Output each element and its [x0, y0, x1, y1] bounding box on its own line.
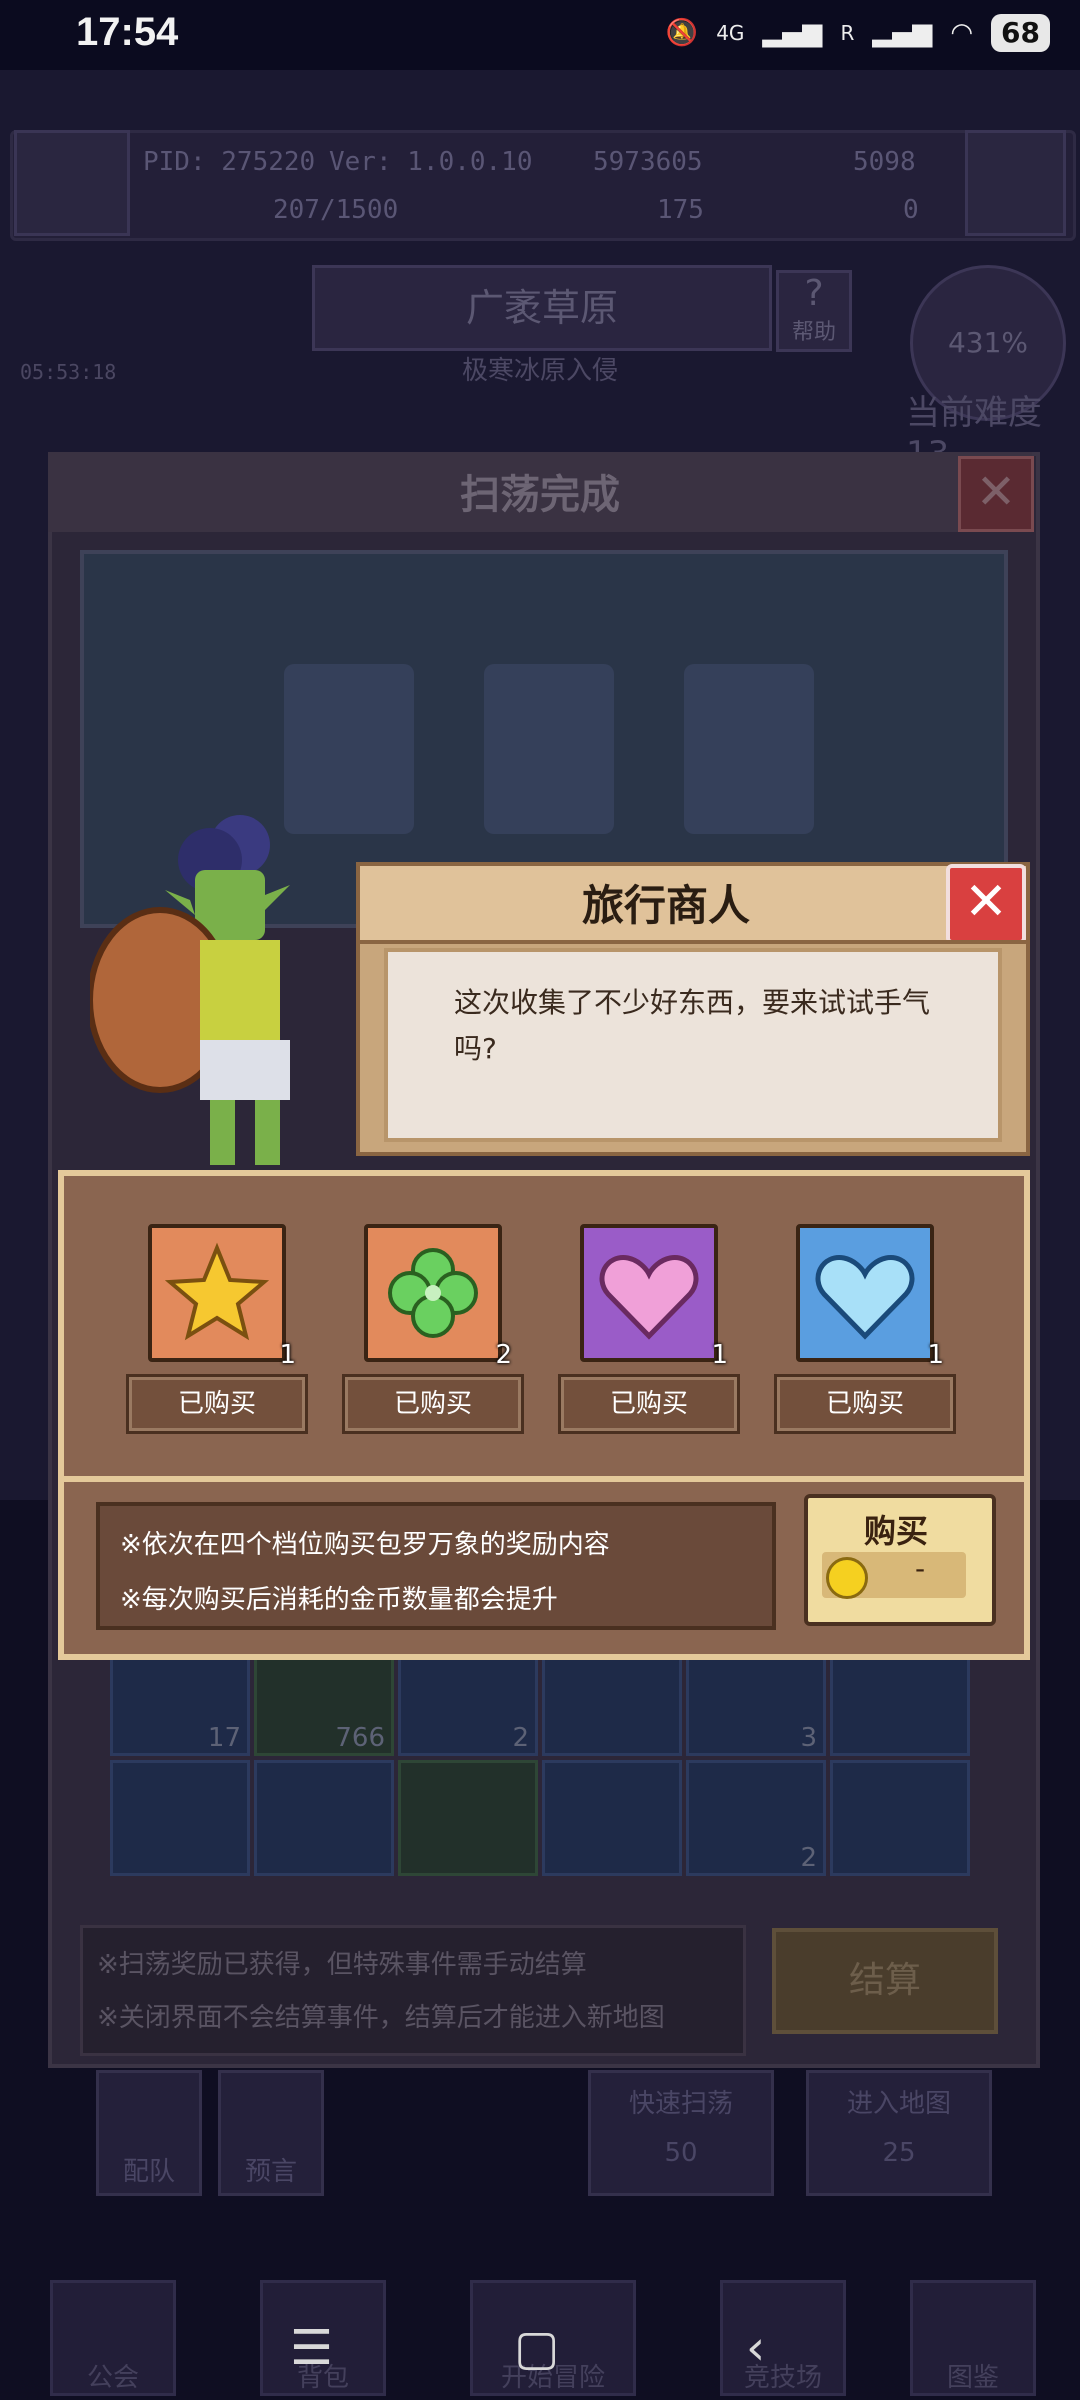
reward-cell[interactable]: [110, 1760, 250, 1876]
shop-item-blue-heart[interactable]: 1: [796, 1224, 944, 1370]
event-timer: 05:53:18: [20, 360, 117, 384]
hero-mage: [484, 664, 614, 834]
pink-heart-icon: [599, 1255, 699, 1340]
menu-icon[interactable]: ☰: [290, 2320, 333, 2376]
fast-sweep-button[interactable]: 快速扫荡 50: [588, 2070, 774, 2196]
shop-info-text: ※依次在四个档位购买包罗万象的奖励内容 ※每次购买后消耗的金币数量都会提升: [96, 1502, 776, 1630]
coin-icon: [826, 1557, 868, 1599]
item-quantity: 1: [927, 1340, 944, 1370]
status-icons: 🔕 4G ▂▄▆ R ▂▄▆ ◠ 68: [666, 14, 1050, 52]
buy-label: 购买: [863, 1512, 928, 1550]
bought-button[interactable]: 已购买: [126, 1374, 308, 1434]
help-label: 帮助: [791, 320, 836, 345]
home-icon[interactable]: ▢: [514, 2320, 559, 2376]
shop-rule-1: ※依次在四个档位购买包罗万象的奖励内容: [120, 1530, 610, 1560]
network-type: 4G: [716, 21, 745, 45]
shop-item-pink-heart[interactable]: 1: [580, 1224, 728, 1370]
reward-grid: 17 766 2 3 2: [110, 1640, 970, 1876]
settle-button[interactable]: 结算: [772, 1928, 998, 2034]
sweep-title: 扫荡完成: [460, 472, 620, 518]
back-icon[interactable]: ‹: [746, 2320, 765, 2376]
clock: 17:54: [76, 10, 179, 54]
blue-heart-icon: [815, 1255, 915, 1340]
shop-panel: 1 已购买 2 已购买 1 已购买 1 已购买: [58, 1170, 1030, 1482]
buy-cost: -: [914, 1552, 926, 1585]
wifi-icon: ◠: [950, 18, 974, 48]
item-quantity: 1: [711, 1340, 728, 1370]
team-button[interactable]: 配队: [96, 2070, 202, 2196]
reward-cell[interactable]: [254, 1760, 394, 1876]
battery-icon: 68: [991, 14, 1050, 52]
mute-icon: 🔕: [665, 18, 699, 48]
item-quantity: 1: [279, 1340, 296, 1370]
hero-knight: [684, 664, 814, 834]
enter-map-button[interactable]: 进入地图 25: [806, 2070, 992, 2196]
gear-icon[interactable]: [965, 130, 1066, 236]
close-button[interactable]: ✕: [946, 864, 1026, 944]
player-hud: PID: 275220 Ver: 1.0.0.10 5973605 5098 2…: [10, 130, 1076, 241]
game-version: Ver: 1.0.0.10: [329, 147, 533, 177]
merchant-title: 旅行商人: [581, 881, 750, 930]
hint-button[interactable]: 预言: [218, 2070, 324, 2196]
clover-icon: [388, 1248, 478, 1338]
item-quantity: 2: [495, 1340, 512, 1370]
sub-region-name: 极寒冰原入侵: [461, 356, 618, 386]
merchant-message: 这次收集了不少好东西，要来试试手气吗?: [454, 986, 931, 1065]
sweep-note-1: ※扫荡奖励已获得，但特殊事件需手动结算: [97, 1950, 587, 1980]
shop-item-clover[interactable]: 2: [364, 1224, 512, 1370]
avatar[interactable]: [14, 130, 130, 236]
signal-icon-2: ▂▄▆: [872, 18, 933, 48]
bought-button[interactable]: 已购买: [558, 1374, 740, 1434]
shop-rule-2: ※每次购买后消耗的金币数量都会提升: [120, 1585, 558, 1615]
close-icon: ✕: [964, 872, 1008, 932]
help-button[interactable]: ? 帮助: [776, 270, 852, 352]
shop-item-star[interactable]: 1: [148, 1224, 296, 1370]
reward-cell[interactable]: [542, 1760, 682, 1876]
energy-count: 207/1500: [273, 195, 399, 225]
stat-3-count: 0: [903, 195, 919, 225]
stat-2-count: 175: [657, 195, 704, 225]
system-nav-bar: ☰ ▢ ‹: [0, 2310, 1080, 2400]
gold-count: 5973605: [593, 147, 703, 177]
reward-cell[interactable]: [398, 1760, 538, 1876]
merchant-character: [90, 815, 290, 1165]
star-icon: [164, 1242, 270, 1341]
signal-icon: ▂▄▆: [762, 18, 823, 48]
player-id: PID: 275220: [143, 147, 316, 177]
sweep-close-button[interactable]: ✕: [958, 456, 1034, 532]
reward-cell[interactable]: [830, 1760, 970, 1876]
bought-button[interactable]: 已购买: [342, 1374, 524, 1434]
roaming-indicator: R: [840, 21, 855, 45]
sweep-note-2: ※关闭界面不会结算事件，结算后才能进入新地图: [97, 2003, 665, 2033]
gem-count: 5098: [853, 147, 916, 177]
reward-cell[interactable]: 2: [686, 1760, 826, 1876]
bottom-controls: 配队 预言 快速扫荡 50 进入地图 25: [48, 2060, 1032, 2290]
bought-button[interactable]: 已购买: [774, 1374, 956, 1434]
region-name: 广袤草原: [312, 265, 772, 351]
help-icon: ?: [804, 273, 824, 314]
sweep-notes: ※扫荡奖励已获得，但特殊事件需手动结算 ※关闭界面不会结算事件，结算后才能进入新…: [80, 1925, 746, 2056]
